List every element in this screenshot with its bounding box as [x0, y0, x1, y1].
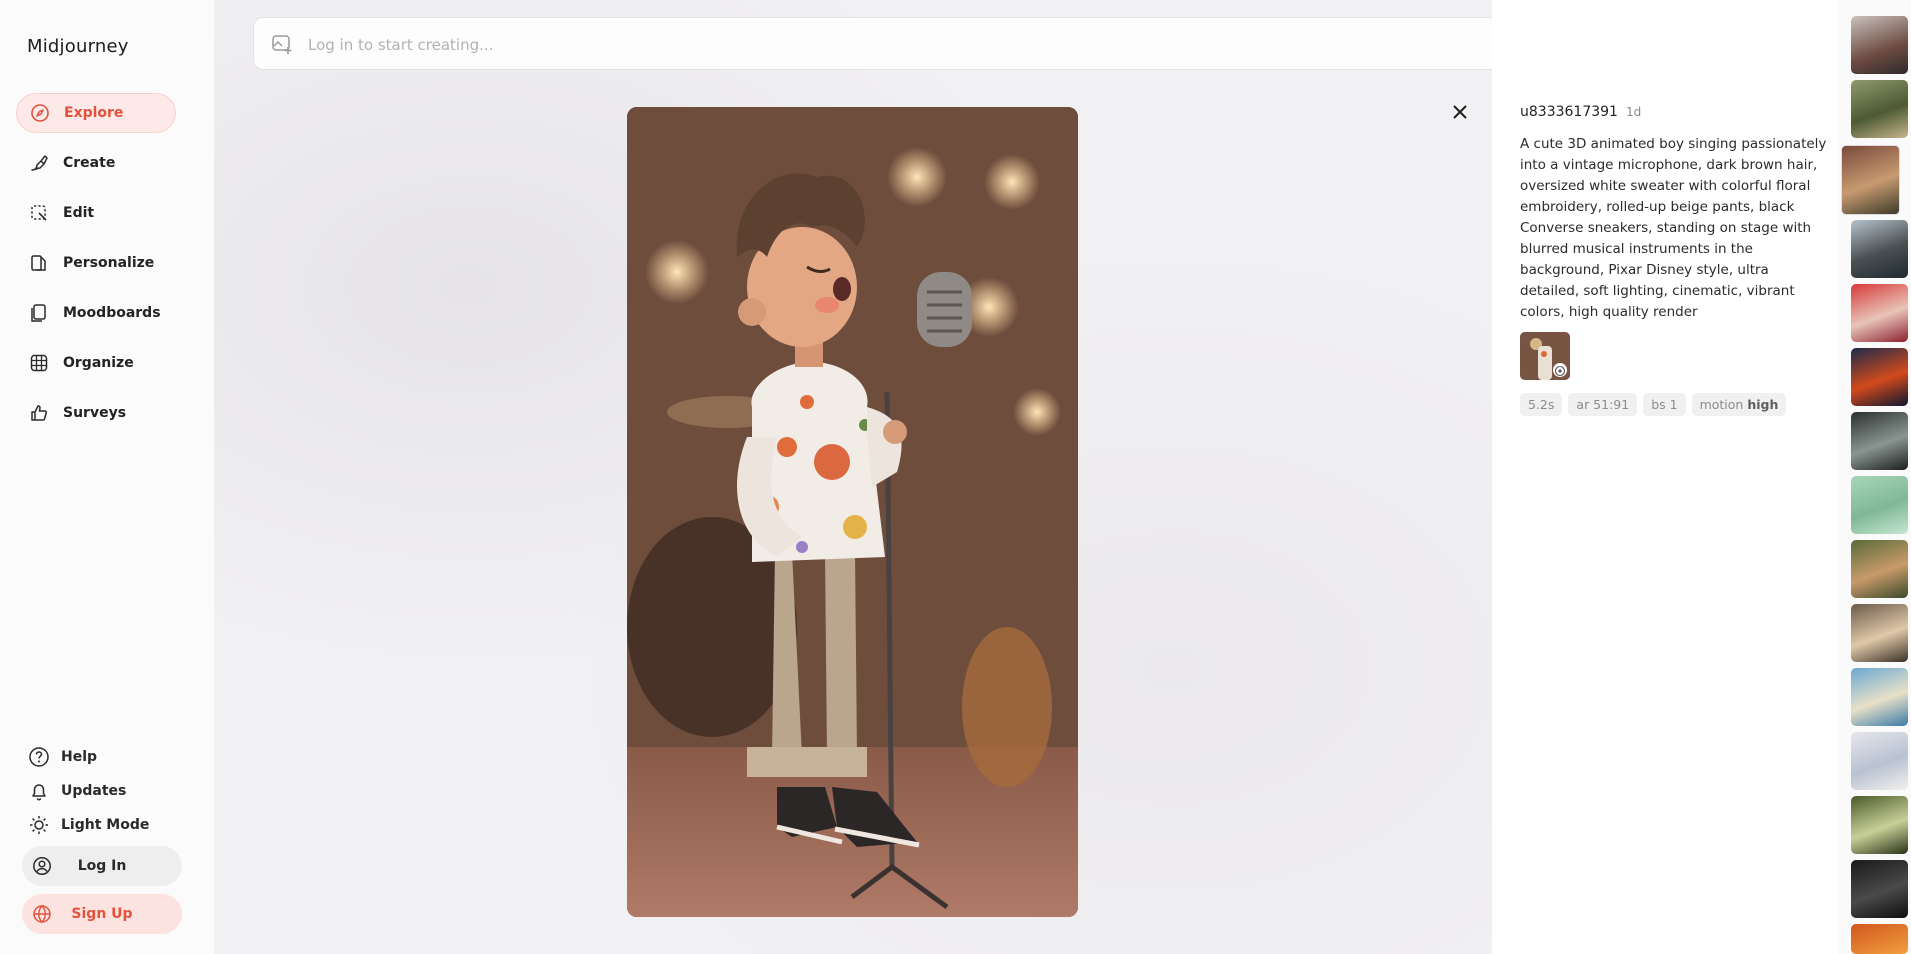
- thumbnail[interactable]: [1851, 668, 1908, 726]
- sidebar-item-organize[interactable]: Organize: [16, 343, 176, 383]
- selected-image[interactable]: [627, 107, 1078, 917]
- reference-image[interactable]: [1520, 332, 1570, 380]
- tag-value: high: [1747, 397, 1779, 412]
- thumbnail[interactable]: [1851, 16, 1908, 74]
- author-row: u8333617391 1d: [1520, 104, 1641, 120]
- light-mode-label: Light Mode: [61, 817, 150, 833]
- tag-duration: 5.2s: [1520, 393, 1563, 416]
- sidebar: Midjourney Explore Create Edit Personali…: [0, 0, 215, 954]
- user-circle-icon: [33, 857, 51, 875]
- thumbnail[interactable]: [1851, 924, 1908, 954]
- sidebar-bottom-links: Help Updates Light Mode: [28, 740, 149, 842]
- sidebar-item-label: Create: [63, 155, 116, 171]
- updates-link[interactable]: Updates: [28, 774, 149, 808]
- close-icon[interactable]: [1448, 100, 1472, 124]
- sidebar-item-explore[interactable]: Explore: [16, 93, 176, 133]
- thumbnail[interactable]: [1851, 604, 1908, 662]
- tag-key: motion: [1699, 397, 1744, 412]
- moodboards-icon: [29, 303, 49, 323]
- sidebar-item-label: Moodboards: [63, 305, 161, 321]
- thumbnail[interactable]: [1851, 540, 1908, 598]
- help-link[interactable]: Help: [28, 740, 149, 774]
- parameter-tags: 5.2s ar 51:91 bs 1 motion high: [1520, 393, 1787, 416]
- login-button[interactable]: Log In: [22, 846, 182, 886]
- sidebar-nav: Explore Create Edit Personalize Moodboar…: [16, 93, 176, 443]
- tag-motion: motion high: [1691, 393, 1787, 416]
- thumbs-up-icon: [29, 403, 49, 423]
- singing-boy-illustration: [627, 107, 1078, 917]
- tag-value: bs 1: [1651, 397, 1678, 412]
- sidebar-item-moodboards[interactable]: Moodboards: [16, 293, 176, 333]
- username[interactable]: u8333617391: [1520, 104, 1618, 120]
- edit-icon: [29, 203, 49, 223]
- thumbnail[interactable]: [1851, 80, 1908, 138]
- sidebar-item-label: Surveys: [63, 405, 127, 421]
- sidebar-item-personalize[interactable]: Personalize: [16, 243, 176, 283]
- thumbnail[interactable]: [1841, 145, 1900, 215]
- sidebar-item-label: Organize: [63, 355, 134, 371]
- thumbnail[interactable]: [1851, 796, 1908, 854]
- compass-icon: [30, 103, 50, 123]
- help-label: Help: [61, 749, 98, 765]
- signup-button[interactable]: Sign Up: [22, 894, 182, 934]
- help-icon: [28, 746, 50, 768]
- updates-label: Updates: [61, 783, 127, 799]
- thumbnail[interactable]: [1851, 348, 1908, 406]
- brush-icon: [29, 153, 49, 173]
- target-icon: [1553, 363, 1567, 377]
- image-add-icon[interactable]: [271, 33, 293, 55]
- bell-icon: [28, 780, 50, 802]
- thumbnail[interactable]: [1851, 732, 1908, 790]
- personalize-icon: [29, 253, 49, 273]
- sidebar-item-label: Edit: [63, 205, 95, 221]
- thumbnail[interactable]: [1851, 412, 1908, 470]
- grid-icon: [29, 353, 49, 373]
- sidebar-item-label: Explore: [64, 105, 124, 121]
- tag-batch-size: bs 1: [1643, 393, 1686, 416]
- brand-logo[interactable]: Midjourney: [27, 36, 129, 57]
- thumbnail[interactable]: [1851, 476, 1908, 534]
- thumbnail[interactable]: [1851, 284, 1908, 342]
- tag-value: ar 51:91: [1576, 397, 1630, 412]
- light-mode-toggle[interactable]: Light Mode: [28, 808, 149, 842]
- tag-aspect-ratio: ar 51:91: [1568, 393, 1638, 416]
- thumbnail[interactable]: [1851, 220, 1908, 278]
- tag-value: 5.2s: [1528, 397, 1555, 412]
- sidebar-item-surveys[interactable]: Surveys: [16, 393, 176, 433]
- prompt-input[interactable]: [306, 32, 1610, 58]
- sun-icon: [28, 814, 50, 836]
- thumbnail-strip: [1838, 0, 1911, 954]
- globe-icon: [33, 905, 51, 923]
- thumbnail[interactable]: [1851, 860, 1908, 918]
- sidebar-item-label: Personalize: [63, 255, 155, 271]
- prompt-text: A cute 3D animated boy singing passionat…: [1520, 136, 1827, 320]
- sidebar-item-edit[interactable]: Edit: [16, 193, 176, 233]
- sidebar-item-create[interactable]: Create: [16, 143, 176, 183]
- timestamp: 1d: [1625, 105, 1642, 119]
